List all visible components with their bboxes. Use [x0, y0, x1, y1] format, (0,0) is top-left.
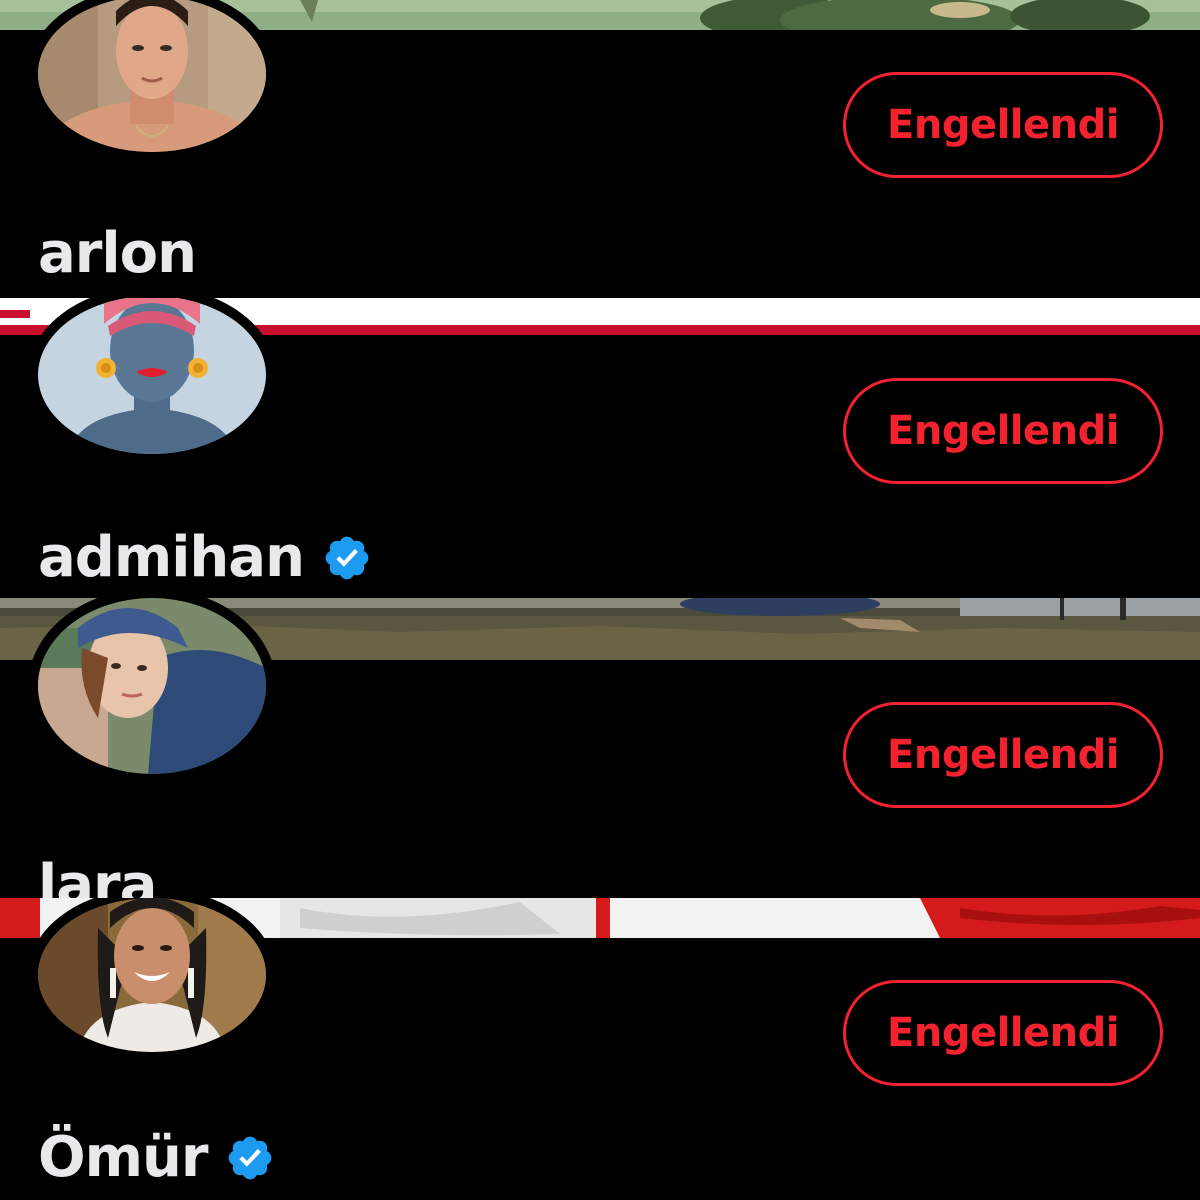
blocked-button[interactable]: Engellendi — [843, 72, 1163, 178]
blocked-button[interactable]: Engellendi — [843, 980, 1163, 1086]
user-avatar[interactable] — [28, 298, 276, 464]
blocked-button[interactable]: Engellendi — [843, 702, 1163, 808]
profile-photo-man-icon — [38, 0, 266, 152]
user-card-lara[interactable]: Engellendi lara — [0, 598, 1200, 898]
profile-photo-woman-smiling-icon — [38, 898, 266, 1052]
blocked-button[interactable]: Engellendi — [843, 378, 1163, 484]
user-name-row[interactable]: Ömür — [38, 1130, 275, 1186]
woman-illustration-icon — [38, 298, 266, 454]
user-avatar[interactable] — [28, 598, 276, 784]
user-avatar[interactable] — [28, 0, 276, 162]
user-display-name: Ömür — [38, 1125, 208, 1190]
user-name-row[interactable]: lara — [38, 853, 157, 899]
verified-badge-icon — [225, 1133, 275, 1183]
user-display-name: lara — [38, 853, 157, 899]
user-name-row[interactable]: arlon — [38, 221, 197, 286]
user-card-omur[interactable]: Engellendi Ömür — [0, 898, 1200, 1200]
user-name-row[interactable]: admihan — [38, 530, 372, 586]
user-card-admihan[interactable]: Engellendi admihan — [0, 298, 1200, 598]
user-card-arlon[interactable]: Engellendi arlon — [0, 0, 1200, 298]
verified-badge-icon — [322, 533, 372, 583]
user-display-name: arlon — [38, 221, 197, 286]
user-display-name: admihan — [38, 525, 305, 590]
profile-photo-woman-cap-icon — [38, 598, 266, 774]
user-avatar[interactable] — [28, 898, 276, 1062]
